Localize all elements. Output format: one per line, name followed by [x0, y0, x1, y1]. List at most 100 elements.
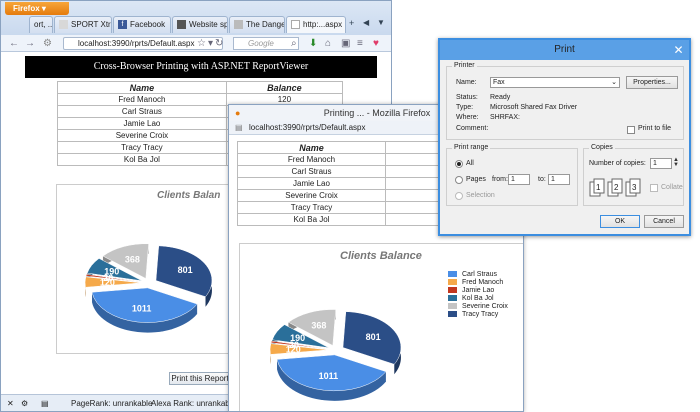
search-icon[interactable]: ⌕ [291, 37, 297, 50]
new-tab-icon[interactable]: + [349, 18, 354, 28]
legend-label: Carl Straus [462, 271, 498, 278]
legend-label: Jamie Lao [462, 287, 495, 294]
selection-radio[interactable] [455, 192, 463, 200]
name-cell: Kol Ba Jol [57, 153, 227, 166]
chart-panel: Clients Balan 801 1011 120 20 190 368 [56, 184, 236, 354]
page-icon [177, 20, 186, 30]
chevron-down-icon: ⌄ [611, 79, 617, 86]
pie-data-label: 801 [178, 265, 193, 275]
tab-active[interactable]: http:...aspx ✕ [286, 16, 346, 33]
properties-button[interactable]: Properties... [626, 76, 678, 89]
legend-swatch [448, 311, 457, 318]
url-text: localhost:3990/rprts/Default.aspx [249, 123, 366, 132]
name-cell: Carl Straus [237, 165, 386, 178]
chart-legend: Carl Straus Fred Manoch Jamie Lao Kol Ba Jo… [448, 271, 508, 319]
pie-chart: 801101112020190368 [84, 243, 213, 333]
name-cell: Fred Manoch [57, 93, 227, 106]
addon-icon[interactable]: ⚙ [21, 395, 28, 411]
pie-data-label: 801 [366, 332, 381, 342]
number-of-copies-label: Number of copies: [589, 160, 646, 167]
printer-group-label: Printer [452, 62, 477, 69]
name-cell: Tracy Tracy [237, 201, 386, 214]
tab-list-icon[interactable]: ◀ [363, 18, 369, 27]
pie-data-label: 368 [311, 321, 326, 331]
heart-icon[interactable]: ♥ [373, 37, 379, 50]
legend-item: Kol Ba Jol [448, 295, 508, 303]
name-label: Name: [456, 79, 477, 86]
print-to-file-checkbox[interactable] [627, 126, 635, 134]
name-cell: Carl Straus [57, 105, 227, 118]
cancel-button[interactable]: Cancel [644, 215, 684, 228]
name-cell: Severine Croix [57, 129, 227, 142]
tab[interactable]: The Danger [229, 16, 285, 33]
name-cell: Severine Croix [237, 189, 386, 202]
tab[interactable]: Website spe [172, 16, 228, 33]
forward-icon[interactable]: → [25, 37, 35, 50]
ok-button[interactable]: OK [600, 215, 640, 228]
legend-swatch [448, 287, 457, 294]
to-input[interactable]: 1 [548, 174, 570, 185]
legend-swatch [448, 271, 457, 278]
chevron-down-icon[interactable]: ▼ [377, 18, 385, 27]
tab-label: Website spe [189, 20, 228, 29]
legend-label: Tracy Tracy [462, 311, 499, 318]
close-icon[interactable]: ✕ [7, 395, 14, 411]
collate-checkbox[interactable] [650, 184, 658, 192]
status-label: Status: [456, 94, 478, 101]
download-icon[interactable]: ⬇ [309, 37, 317, 50]
copies-label: Copies [589, 144, 615, 151]
tab-label: SPORT Xtre [71, 20, 112, 29]
firefox-menu-label: Firefox [13, 4, 40, 13]
copies-stepper[interactable]: ▲ ▼ [673, 157, 679, 168]
dialog-title: Print [440, 40, 689, 60]
chart-panel: Clients Balance 801 1011 120 20 190 368 Carl … [239, 243, 523, 411]
pagerank-icon: ▤ [41, 399, 49, 408]
pie-data-label: 1011 [132, 303, 152, 313]
tab-label: Facebook [130, 20, 166, 29]
pagerank-text: PageRank: unrankable [71, 399, 153, 408]
home-icon[interactable]: ⌂ [325, 37, 331, 50]
tab[interactable]: ort, ... [29, 16, 53, 33]
table-header-row: Name Balance [57, 81, 344, 94]
firefox-icon: ● [235, 108, 241, 118]
legend-item: Jamie Lao [448, 287, 508, 295]
balance-header: Balance [225, 81, 344, 94]
copies-input[interactable]: 1 [650, 158, 672, 169]
all-label: All [466, 160, 474, 167]
name-cell: Tracy Tracy [57, 141, 227, 154]
selection-label: Selection [466, 192, 495, 199]
close-icon[interactable]: ✕ [668, 40, 689, 60]
printer-name-value: Fax [493, 79, 505, 86]
legend-label: Kol Ba Jol [462, 295, 494, 302]
comment-label: Comment: [456, 125, 489, 132]
legend-swatch [448, 295, 457, 302]
dropdown-icon[interactable]: ▾ [208, 37, 213, 50]
tab[interactable]: f Facebook [113, 16, 171, 33]
close-tab-icon[interactable]: ✕ [344, 20, 345, 29]
menu-icon[interactable]: ≡ [357, 37, 363, 50]
page-icon [234, 20, 243, 30]
pages-radio[interactable] [455, 176, 463, 184]
back-icon[interactable]: ← [9, 37, 19, 50]
legend-swatch [448, 303, 457, 310]
bookmark-star-icon[interactable]: ☆ [197, 37, 206, 50]
all-radio[interactable] [455, 160, 463, 168]
name-cell: Kol Ba Jol [237, 213, 386, 226]
status-value: Ready [490, 94, 511, 101]
search-input[interactable]: Google [233, 37, 299, 50]
tab[interactable]: SPORT Xtre [54, 16, 112, 33]
from-input[interactable]: 1 [508, 174, 530, 185]
identity-icon[interactable]: ⚙ [43, 37, 52, 50]
printer-name-select[interactable]: Fax ⌄ [490, 77, 620, 88]
pie-data-label: 190 [290, 333, 305, 343]
window-icon[interactable]: ▣ [341, 37, 350, 50]
reload-icon[interactable]: ↻ [215, 37, 223, 50]
name-cell: Jamie Lao [237, 177, 386, 190]
pie-data-label: 190 [104, 267, 119, 277]
page-icon [291, 20, 300, 30]
legend-item: Severine Croix [448, 303, 508, 311]
print-report-button[interactable]: Print this Report [169, 372, 231, 385]
alexa-text: Alexa Rank: unrankable [151, 399, 236, 408]
tab-label: ort, ... [34, 20, 53, 29]
firefox-menu-button[interactable]: Firefox ▾ [5, 2, 69, 15]
